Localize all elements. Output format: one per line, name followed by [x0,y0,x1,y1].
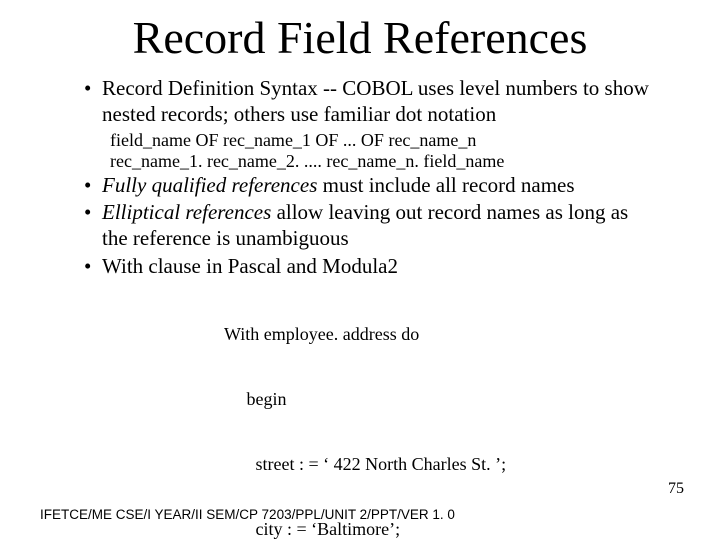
slide: Record Field References Record Definitio… [0,0,720,540]
bullet-item: With clause in Pascal and Modula2 [84,254,650,280]
bullet-emph: Fully qualified references [102,173,317,197]
code-line: street : = ‘ 422 North Charles St. ’; [224,454,650,476]
code-line: With employee. address do [224,324,650,346]
bullet-list: Record Definition Syntax -- COBOL uses l… [84,76,650,127]
slide-title: Record Field References [40,0,680,62]
bullet-item: Fully qualified references must include … [84,173,650,199]
bullet-emph: Elliptical references [102,200,271,224]
bullet-list-2: Fully qualified references must include … [84,173,650,279]
syntax-block: field_name OF rec_name_1 OF ... OF rec_n… [110,130,650,173]
with-code-block: With employee. address do begin street :… [224,281,650,540]
bullet-item: Record Definition Syntax -- COBOL uses l… [84,76,650,127]
syntax-line: rec_name_1. rec_name_2. .... rec_name_n.… [110,151,650,173]
bullet-text: With clause in Pascal and Modula2 [102,254,398,278]
slide-body: Record Definition Syntax -- COBOL uses l… [84,76,650,540]
bullet-text: Record Definition Syntax -- COBOL uses l… [102,76,649,126]
syntax-line: field_name OF rec_name_1 OF ... OF rec_n… [110,130,650,152]
bullet-item: Elliptical references allow leaving out … [84,200,650,251]
footer-text: IFETCE/ME CSE/I YEAR/II SEM/CP 7203/PPL/… [40,507,455,522]
code-line: begin [224,389,650,411]
bullet-text: must include all record names [317,173,574,197]
page-number: 75 [668,480,684,498]
